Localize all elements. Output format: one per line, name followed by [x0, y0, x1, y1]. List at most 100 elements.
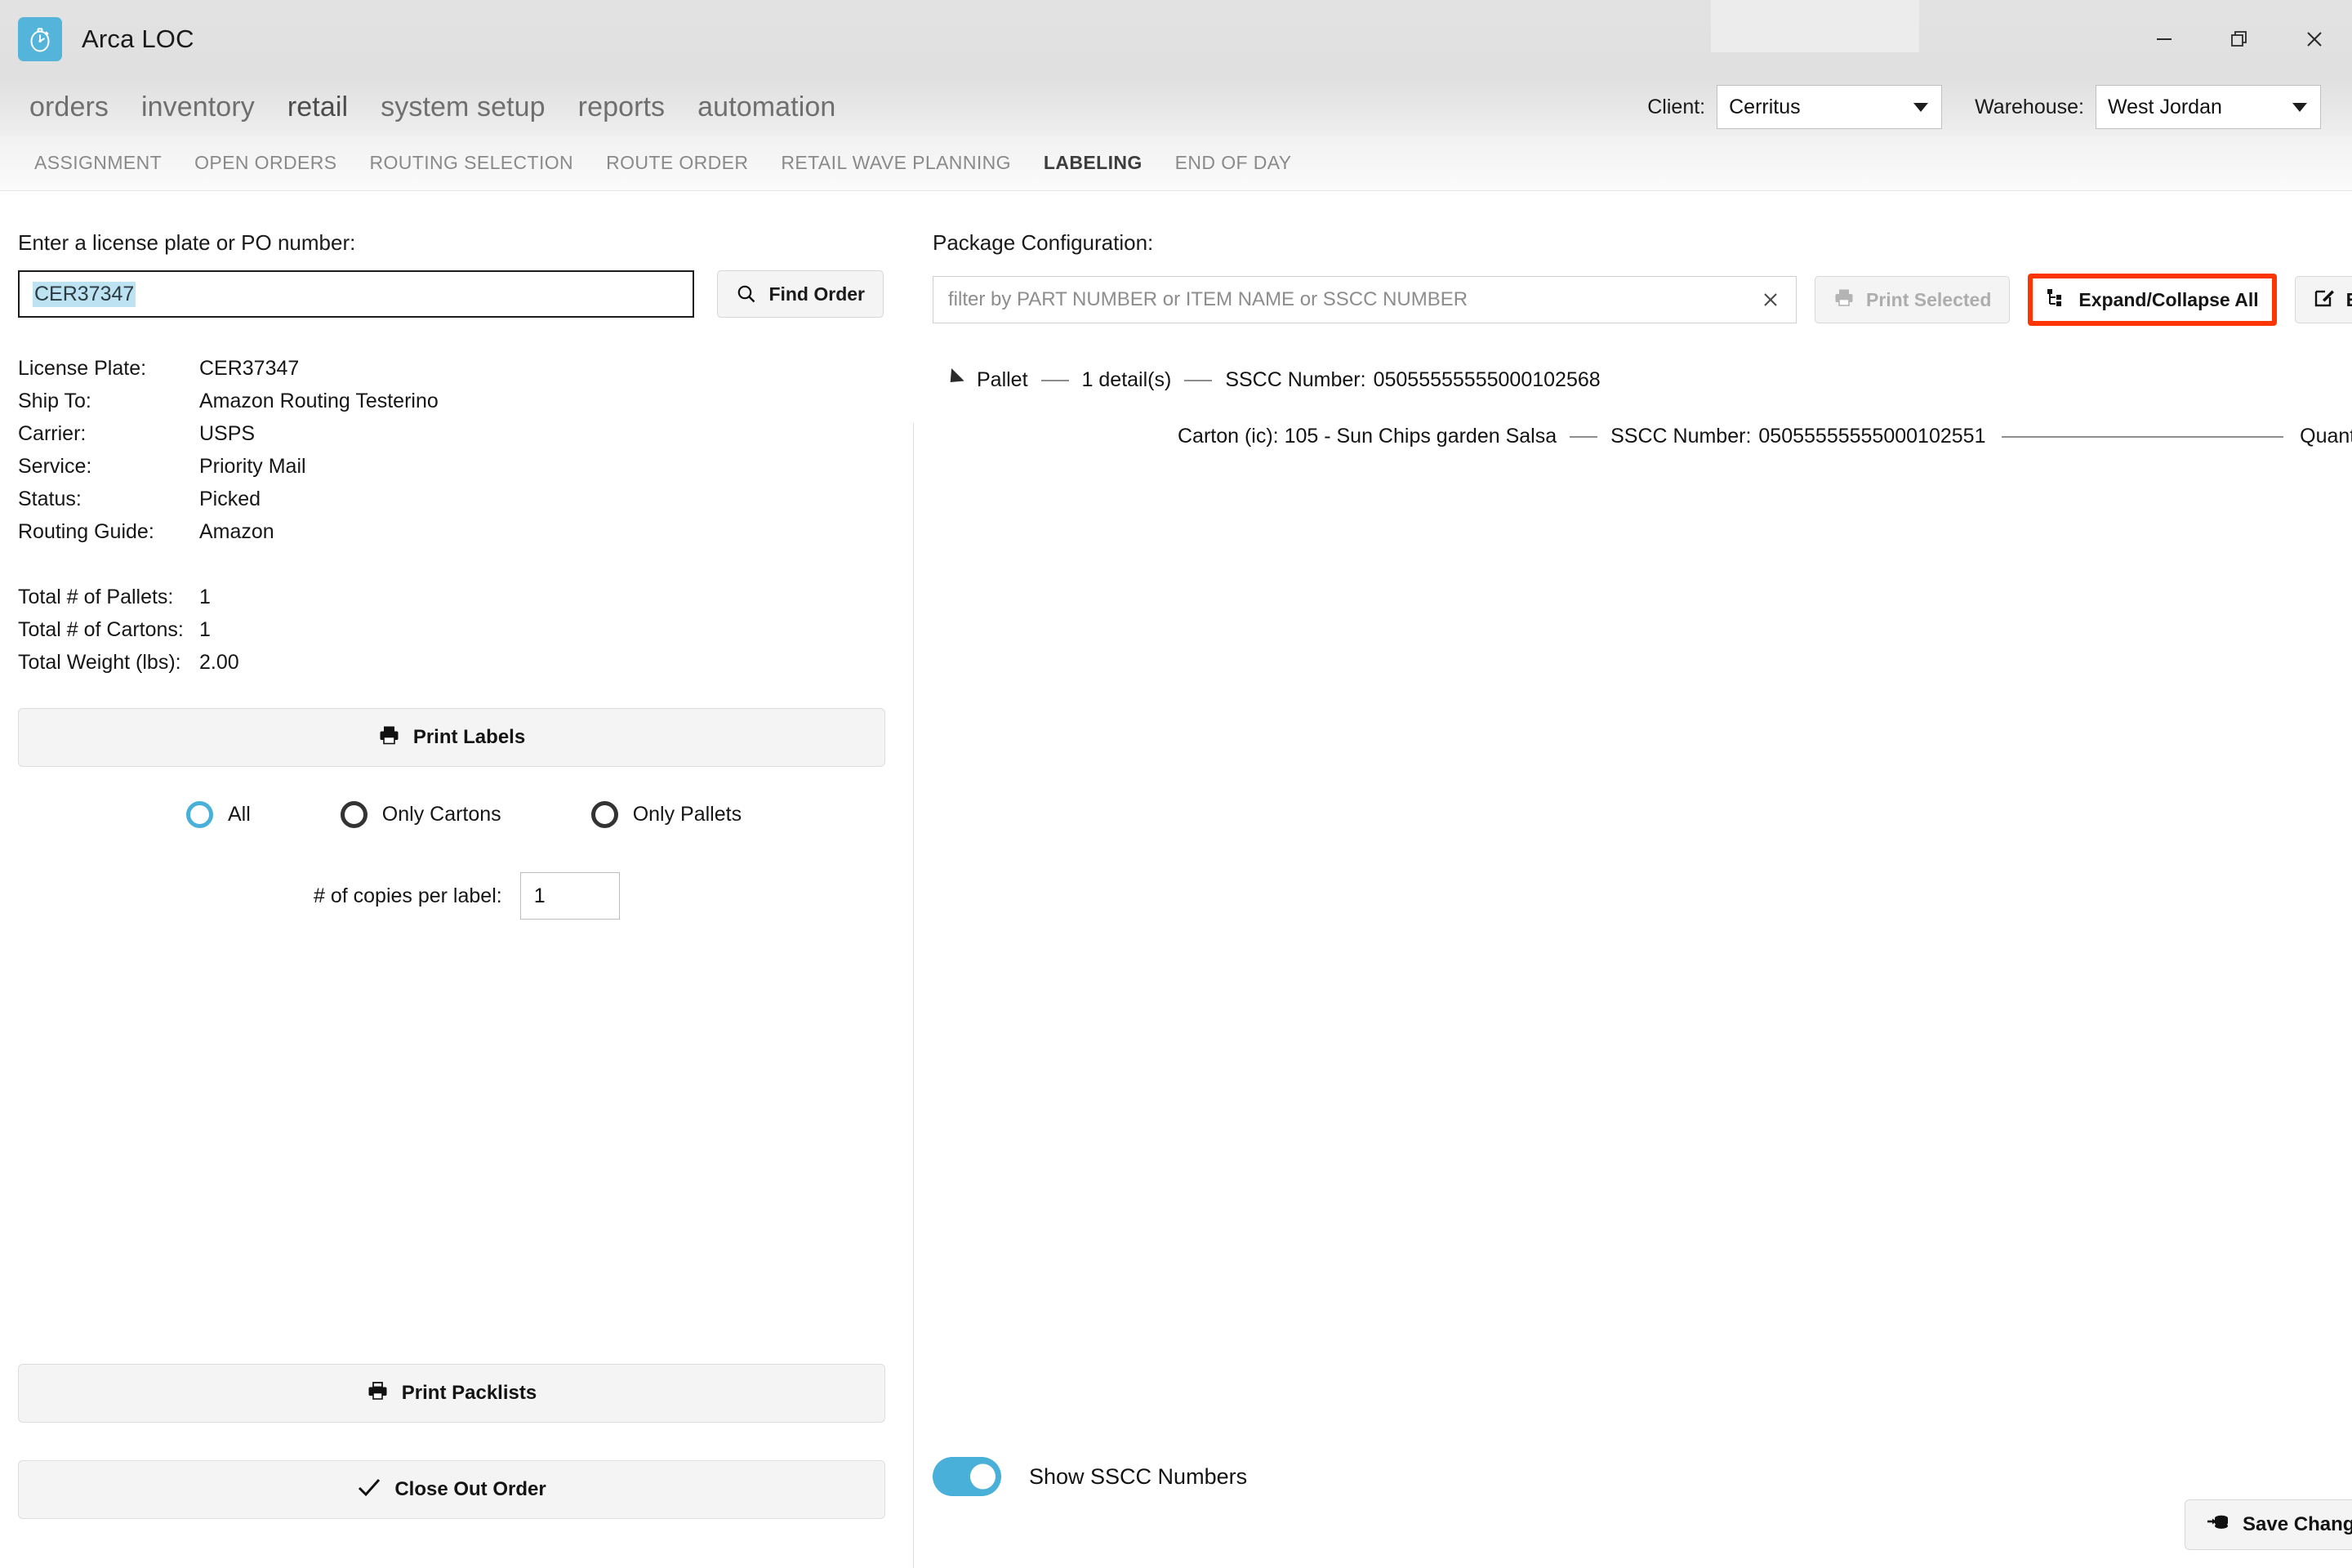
- label-scope-radio-group: All Only Cartons Only Pallets: [18, 801, 884, 828]
- header-context-selectors: Client: Cerritus Warehouse: West Jordan: [1647, 78, 2321, 136]
- pallet-sscc-value: 05055555555000102568: [1373, 368, 1601, 391]
- package-configuration-pane: Package Configuration: filter by PART NU…: [915, 191, 2352, 1568]
- minimize-button[interactable]: [2127, 0, 2202, 78]
- check-icon: [357, 1477, 381, 1503]
- total-key: Total # of Cartons:: [18, 618, 184, 641]
- tree-dash: [1040, 379, 1069, 381]
- copies-label: # of copies per label:: [314, 884, 502, 907]
- subnav-item-end-of-day[interactable]: END OF DAY: [1159, 152, 1308, 174]
- radio-label-all: All: [228, 803, 251, 826]
- save-changes-button[interactable]: Save Changes: [2185, 1499, 2352, 1550]
- total-value: 1: [199, 586, 211, 608]
- pallet-label: Pallet: [977, 368, 1028, 391]
- find-order-button[interactable]: Find Order: [717, 270, 884, 318]
- nav-item-automation[interactable]: automation: [681, 91, 852, 123]
- radio-option-only-pallets[interactable]: Only Pallets: [590, 801, 742, 828]
- pallet-details: 1 detail(s): [1081, 368, 1172, 391]
- left-bottom-actions: Print Packlists Close Out Order: [18, 1364, 885, 1519]
- radio-icon-all: [186, 801, 213, 828]
- print-labels-button[interactable]: Print Labels: [18, 708, 885, 767]
- tree-dash-fill: [2002, 435, 2284, 438]
- license-plate-input[interactable]: CER37347: [18, 270, 695, 318]
- nav-item-reports[interactable]: reports: [562, 91, 682, 123]
- titlebar-inactive-block: [1711, 0, 1919, 52]
- package-filter-input[interactable]: filter by PART NUMBER or ITEM NAME or SS…: [933, 276, 1797, 323]
- total-row: Total # of Pallets: 1: [18, 581, 884, 613]
- subnav-item-assignment[interactable]: ASSIGNMENT: [18, 152, 178, 174]
- detail-key: Routing Guide:: [18, 520, 154, 543]
- pencil-square-icon: [2314, 287, 2335, 313]
- find-order-label: Find Order: [768, 283, 865, 305]
- edit-button[interactable]: Edit: [2294, 276, 2352, 323]
- subnav-item-labeling[interactable]: LABELING: [1027, 152, 1159, 174]
- total-value: 1: [199, 618, 211, 641]
- subnav-item-routing-selection[interactable]: ROUTING SELECTION: [353, 152, 590, 174]
- detail-key: Service:: [18, 455, 92, 478]
- package-filter-placeholder: filter by PART NUMBER or ITEM NAME or SS…: [948, 288, 1468, 310]
- tree-row-carton[interactable]: Carton (ic): 105 - Sun Chips garden Sals…: [933, 425, 2352, 448]
- title-bar: Arca LOC: [0, 0, 2352, 78]
- subnav-item-retail-wave-planning[interactable]: RETAIL WAVE PLANNING: [764, 152, 1027, 174]
- radio-icon-only-cartons: [340, 801, 368, 828]
- printer-icon: [367, 1380, 389, 1407]
- carton-quantity-label: Quantity:: [2300, 425, 2352, 448]
- client-select[interactable]: Cerritus: [1717, 85, 1943, 129]
- carton-sscc-label: SSCC Number:: [1610, 425, 1752, 448]
- detail-key: Status:: [18, 488, 82, 510]
- print-labels-label: Print Labels: [412, 726, 526, 748]
- subnav-item-route-order[interactable]: ROUTE ORDER: [590, 152, 764, 174]
- app-title: Arca LOC: [82, 24, 194, 53]
- print-selected-button[interactable]: Print Selected: [1815, 276, 2011, 323]
- order-details-table: License Plate: CER37347 Ship To: Amazon …: [18, 352, 884, 679]
- nav-item-retail[interactable]: retail: [271, 91, 364, 123]
- show-sscc-toggle-row[interactable]: Show SSCC Numbers: [933, 1457, 1247, 1496]
- tree-dash: [1184, 379, 1213, 381]
- print-packlists-button[interactable]: Print Packlists: [18, 1364, 885, 1423]
- total-key: Total Weight (lbs):: [18, 651, 181, 674]
- copies-input-value: 1: [533, 884, 546, 907]
- nav-item-inventory[interactable]: inventory: [125, 91, 271, 123]
- nav-item-orders[interactable]: orders: [13, 91, 125, 123]
- detail-row: Status: Picked: [18, 483, 884, 515]
- detail-row: Carrier: USPS: [18, 417, 884, 450]
- chevron-down-icon: [1913, 102, 1929, 112]
- warehouse-label: Warehouse:: [1975, 95, 2084, 118]
- triangle-down-icon[interactable]: [943, 368, 964, 389]
- radio-option-only-cartons[interactable]: Only Cartons: [340, 801, 501, 828]
- details-spacer: [18, 548, 884, 581]
- print-selected-label: Print Selected: [1866, 288, 1992, 310]
- total-row: Total # of Cartons: 1: [18, 613, 884, 646]
- printer-icon: [1833, 287, 1855, 313]
- detail-value: Amazon Routing Testerino: [199, 390, 439, 412]
- close-out-order-button[interactable]: Close Out Order: [18, 1460, 885, 1519]
- pallet-sscc-label: SSCC Number:: [1225, 368, 1366, 391]
- edit-label: Edit: [2346, 289, 2352, 311]
- main-content: Enter a license plate or PO number: CER3…: [0, 191, 2352, 1568]
- radio-icon-only-pallets: [590, 801, 618, 828]
- detail-row: Routing Guide: Amazon: [18, 515, 884, 548]
- tree-expand-icon: [2046, 287, 2067, 313]
- detail-key: Carrier:: [18, 422, 87, 445]
- detail-row: Ship To: Amazon Routing Testerino: [18, 385, 884, 417]
- show-sscc-toggle[interactable]: [933, 1457, 1001, 1496]
- toggle-knob: [970, 1463, 996, 1490]
- expand-collapse-all-label: Expand/Collapse All: [2078, 288, 2259, 310]
- tree-row-pallet[interactable]: Pallet 1 detail(s) SSCC Number: 05055555…: [933, 368, 2352, 392]
- clear-filter-icon[interactable]: [1757, 286, 1784, 314]
- expand-collapse-all-button[interactable]: Expand/Collapse All: [2028, 274, 2277, 326]
- warehouse-select[interactable]: West Jordan: [2096, 85, 2321, 129]
- database-save-icon: [2207, 1512, 2230, 1539]
- detail-key: License Plate:: [18, 357, 147, 380]
- close-button[interactable]: [2277, 0, 2352, 78]
- window-controls: [2127, 0, 2352, 78]
- detail-row: Service: Priority Mail: [18, 450, 884, 483]
- detail-row: License Plate: CER37347: [18, 352, 884, 385]
- radio-option-all[interactable]: All: [186, 801, 251, 828]
- subnav-item-open-orders[interactable]: OPEN ORDERS: [178, 152, 353, 174]
- maximize-restore-button[interactable]: [2202, 0, 2277, 78]
- copies-per-label-row: # of copies per label: 1: [18, 872, 884, 920]
- nav-item-system-setup[interactable]: system setup: [364, 91, 562, 123]
- warehouse-select-value: West Jordan: [2108, 95, 2222, 118]
- chevron-down-icon: [2292, 102, 2307, 112]
- copies-input[interactable]: 1: [519, 872, 620, 920]
